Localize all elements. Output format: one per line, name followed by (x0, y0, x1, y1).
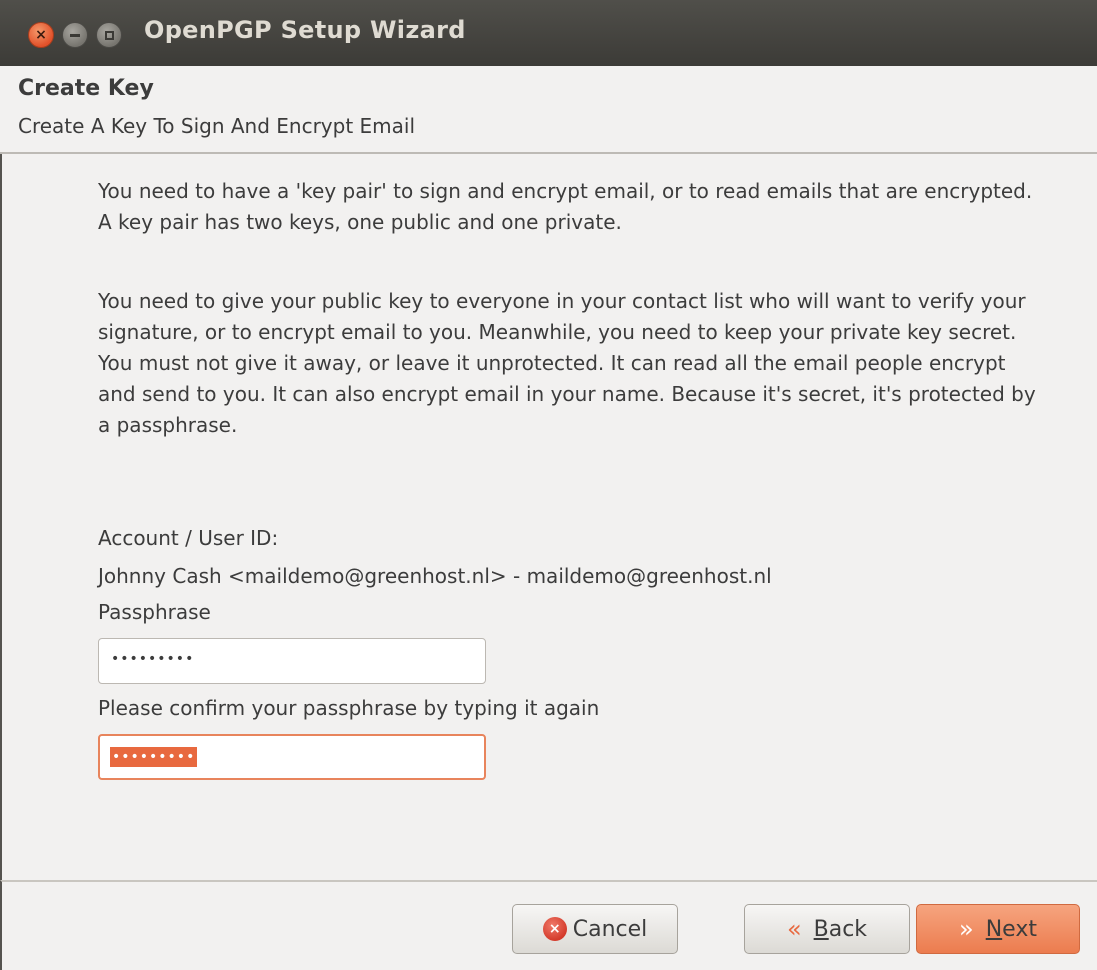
intro-paragraph: You need to have a 'key pair' to sign an… (98, 179, 1033, 234)
confirm-passphrase-mask: ••••••••• (110, 747, 198, 767)
chevron-left-icon: « (786, 915, 802, 943)
account-value: Johnny Cash <maildemo@greenhost.nl> - ma… (98, 564, 772, 588)
cancel-button-label: Cancel (572, 916, 648, 942)
minimize-bar (70, 33, 80, 37)
back-button[interactable]: « Back (744, 904, 910, 954)
passphrase-mask: ••••••••• (111, 651, 195, 667)
window-title: OpenPGP Setup Wizard (144, 16, 466, 44)
maximize-icon[interactable] (96, 22, 122, 48)
next-button[interactable]: » Next (916, 904, 1080, 954)
page-subtitle: Create A Key To Sign And Encrypt Email (18, 114, 416, 138)
wizard-footer: × Cancel « Back » Next (0, 880, 1097, 970)
page-title: Create Key (18, 76, 154, 101)
back-button-label: ack (828, 916, 868, 942)
account-label: Account / User ID: (98, 526, 279, 550)
title-bar: × OpenPGP Setup Wizard (0, 0, 1097, 66)
cancel-button[interactable]: × Cancel (512, 904, 678, 954)
cancel-icon: × (542, 917, 567, 941)
next-button-mnemonic: N (985, 916, 1003, 942)
passphrase-input[interactable]: ••••••••• (98, 638, 486, 684)
passphrase-label: Passphrase (98, 600, 211, 624)
next-button-label: ext (1002, 916, 1037, 942)
close-glyph: × (35, 27, 47, 43)
maximize-square (104, 30, 114, 40)
wizard-header: Create Key Create A Key To Sign And Encr… (0, 66, 1097, 154)
chevron-right-icon: » (959, 915, 974, 943)
explanation-paragraph: You need to give your public key to ever… (98, 289, 1036, 437)
back-button-mnemonic: B (813, 916, 829, 942)
close-icon[interactable]: × (28, 22, 54, 48)
minimize-icon[interactable] (62, 22, 88, 48)
wizard-window: × OpenPGP Setup Wizard Create Key Create… (0, 0, 1097, 970)
confirm-passphrase-input[interactable]: ••••••••• (98, 734, 486, 780)
confirm-passphrase-label: Please confirm your passphrase by typing… (98, 696, 600, 720)
wizard-content: You need to have a 'key pair' to sign an… (0, 154, 1097, 880)
